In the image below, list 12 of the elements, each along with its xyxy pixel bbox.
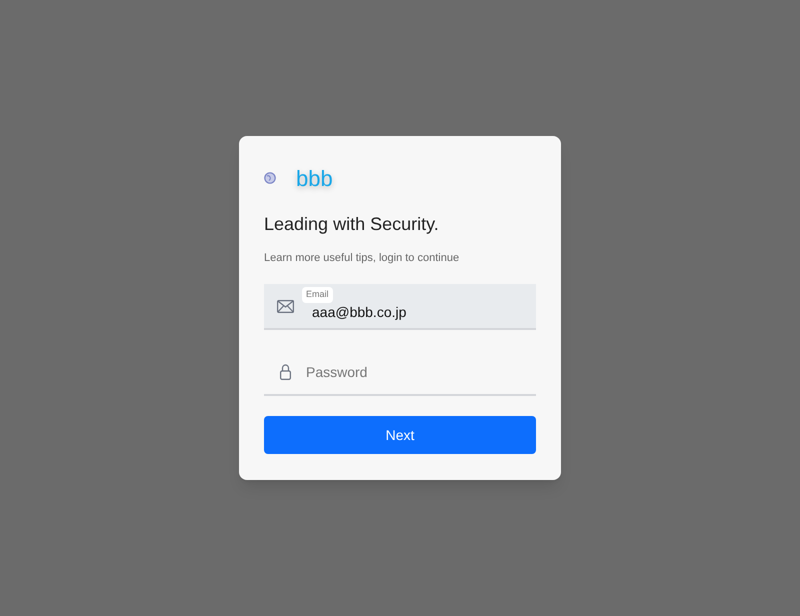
email-input[interactable]: aaa@bbb.co.jp (306, 302, 536, 323)
lock-icon (280, 364, 290, 380)
password-input[interactable]: Password (306, 362, 536, 383)
globe-icon (264, 172, 276, 184)
brand-logo: bbb (296, 164, 333, 193)
heading: Leading with Security. (264, 212, 440, 236)
email-field[interactable]: Email aaa@bbb.co.jp (264, 284, 536, 330)
password-field[interactable]: Password (264, 350, 536, 396)
envelope-icon (276, 300, 294, 313)
subtitle: Learn more useful tips, login to continue (264, 250, 460, 266)
next-button[interactable]: Next (264, 416, 536, 454)
field-label: Email (302, 287, 333, 303)
